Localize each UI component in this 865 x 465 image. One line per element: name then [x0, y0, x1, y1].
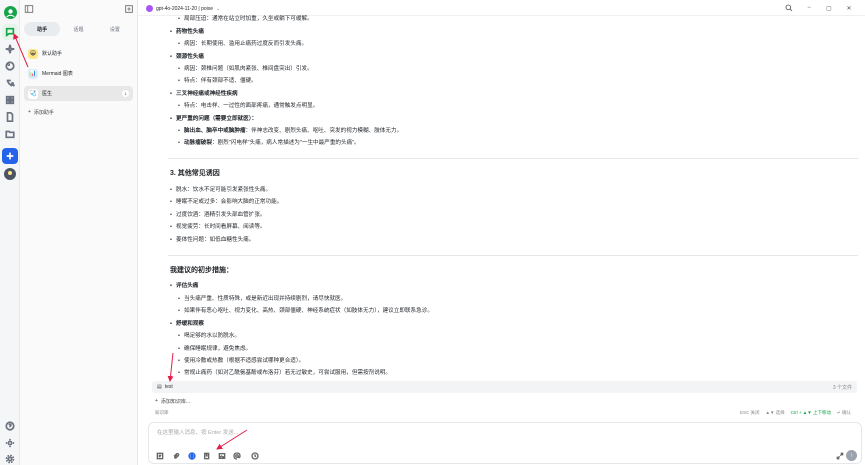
- add-knowledge-base-label: 添加知识库...: [160, 398, 191, 405]
- sidebar-toggle-icon[interactable]: [24, 4, 34, 14]
- list-item: 睡眠不足或过多：会影响大脑的正常功能。: [170, 199, 282, 206]
- popup-title: 知识库: [155, 410, 169, 415]
- section-heading: 我建议的初步措施：: [170, 267, 233, 274]
- list-item: 药物性头痛: [170, 29, 204, 36]
- knowledge-base-item[interactable]: ▤ test 3 个文件: [152, 381, 857, 393]
- plus-icon: +: [155, 398, 158, 404]
- document-icon: ▤: [157, 384, 162, 390]
- assistant-avatar: 🩺: [28, 88, 38, 99]
- popup-hint-row: 知识库 ESC 关闭 ▲▼ 选择 Ctrl + ▲▼ 上下移动 ↵ 确认: [155, 410, 855, 418]
- new-topic-icon[interactable]: [155, 451, 165, 461]
- list-item: 过度饮酒：酒精引发头部血管扩张。: [170, 212, 265, 219]
- tab-topics[interactable]: 话题: [60, 22, 96, 36]
- list-item: 视觉疲劳：长时间看屏幕、阅读等。: [170, 224, 265, 231]
- clear-icon[interactable]: [250, 451, 260, 461]
- mention-icon[interactable]: [232, 451, 242, 461]
- nav-hint: ▲▼ 选择: [765, 410, 785, 415]
- assistant-avatar: 📊: [28, 68, 38, 79]
- assistant-item-default[interactable]: 😀 默认助手: [24, 46, 133, 61]
- list-item: 使用冷敷或热敷（根据不适感尝试哪种更合适）。: [178, 358, 304, 365]
- list-item: 当头痛严重、性质特殊，或是新近出现并持续剧烈，请尽快就医。: [178, 296, 346, 303]
- assistant-item-mermaid[interactable]: 📊 Mermaid 图表: [24, 66, 133, 81]
- help-icon[interactable]: [2, 418, 18, 434]
- list-item: 局部压迫：通常在站立时加重，久坐或躺下可缓解。: [178, 16, 313, 23]
- list-item: 脑出血、脑卒中或脑肿瘤：伴神志改变、剧烈头痛、呕吐、突发的视力模糊、肢体无力。: [178, 128, 403, 135]
- divider: [168, 255, 858, 256]
- list-item: 如果伴有恶心呕吐、视力变化、高热、颈部僵硬、神经系统症状（如肢体无力），建议立即…: [178, 308, 433, 315]
- app-icon[interactable]: [2, 148, 18, 164]
- attachment-icon[interactable]: [171, 451, 181, 461]
- assistant-label: 医生: [42, 91, 53, 97]
- message-input[interactable]: [157, 428, 757, 438]
- section-heading: 3. 其他常见诱因: [170, 170, 220, 177]
- send-button[interactable]: ↑: [846, 450, 857, 461]
- plus-icon: +: [28, 109, 31, 115]
- sun-icon[interactable]: [2, 435, 18, 451]
- model-icon: [146, 5, 153, 12]
- model-name: gpt-4o-2024-11-20 | poixe: [156, 5, 214, 12]
- grid-icon[interactable]: [2, 92, 18, 108]
- assistant-label: Mermaid 图表: [42, 71, 73, 77]
- folder-icon[interactable]: [2, 126, 18, 142]
- body-text: ：剧烈"闪电样"头痛，病人常描述为"一生中最严重的头痛"。: [211, 140, 360, 146]
- esc-hint: ESC 关闭: [739, 410, 760, 415]
- assistant-label: 默认助手: [42, 51, 63, 57]
- list-item: 病因：颈椎问题（如肌肉紧张、椎间盘突出）引发。: [178, 66, 313, 73]
- palette-icon[interactable]: [2, 58, 18, 74]
- list-item: 动脉瘤破裂：剧烈"闪电样"头痛，病人常描述为"一生中最严重的头痛"。: [178, 140, 360, 147]
- list-item: 确保睡眠规律，避免焦虑。: [178, 346, 251, 353]
- gear-icon[interactable]: [2, 451, 18, 465]
- document-icon[interactable]: [2, 109, 18, 125]
- send-icon: ↑: [850, 452, 853, 459]
- list-item: 脱水：饮水不足可能引发紧张性头痛。: [170, 187, 271, 194]
- list-item: 舒缓和观察: [170, 321, 204, 328]
- topic-count-badge: 1: [122, 90, 129, 97]
- user-avatar-icon[interactable]: [2, 166, 18, 182]
- enter-hint: ↵ 确认: [836, 410, 851, 415]
- list-item: 特点：电击样、一过性的面部疼痛，通常触发点明显。: [178, 103, 318, 110]
- assistant-list: 😀 默认助手 📊 Mermaid 图表 🩺 医生 1 + 添加助手: [24, 46, 133, 118]
- list-item: 更严重的问题（需要立即就医）：: [170, 116, 257, 123]
- emphasis-text: 脑出血、脑卒中或脑肿瘤: [184, 128, 246, 134]
- message-content: 局部压迫：通常在站立时加重，久坐或躺下可缓解。 药物性头痛 病因：长期使用、滥用…: [168, 12, 858, 380]
- body-text: ：伴神志改变、剧烈头痛、呕吐、突发的视力模糊、肢体无力。: [245, 128, 403, 134]
- image-icon[interactable]: [217, 451, 227, 461]
- message-input-box: ↑: [148, 422, 862, 464]
- file-count: 3 个文件: [832, 384, 852, 391]
- list-item: 评估头痛: [170, 283, 198, 290]
- assistant-panel: 助手 话题 设置 😀 默认助手 📊 Mermaid 图表 🩺 医生 1 + 添加…: [20, 0, 138, 465]
- assistant-avatar: 😀: [28, 48, 38, 59]
- chat-icon[interactable]: [2, 24, 18, 40]
- add-assistant-button[interactable]: + 添加助手: [24, 106, 133, 118]
- main-area: gpt-4o-2024-11-20 | poixe ⌄ − ▢ ✕ 局部压迫：通…: [138, 0, 865, 465]
- add-knowledge-base-button[interactable]: + 添加知识库...: [155, 396, 190, 406]
- knowledge-base-icon[interactable]: [202, 451, 212, 461]
- list-item: 病因：长期使用、滥用止痛药过度反而引发头痛。: [178, 41, 307, 48]
- new-chat-icon[interactable]: [124, 4, 134, 14]
- knowledge-base-name: test: [164, 384, 173, 390]
- list-item: 常规止痛药（如对乙酰氨基酚或布洛芬）若无过敏史，可尝试服用，但需按剂说明。: [178, 370, 391, 377]
- tab-settings[interactable]: 设置: [97, 22, 133, 36]
- panel-header: [20, 0, 137, 18]
- ctrl-hint: Ctrl + ▲▼ 上下移动: [790, 410, 831, 415]
- panel-tabs: 助手 话题 设置: [24, 22, 133, 36]
- translate-icon[interactable]: [2, 75, 18, 91]
- web-search-icon[interactable]: [187, 451, 197, 461]
- list-item: 喝足够的水以防脱水。: [178, 333, 240, 340]
- emphasis-text: 动脉瘤破裂: [184, 140, 212, 146]
- user-avatar-icon[interactable]: [2, 4, 18, 20]
- list-item: 颈源性头痛: [170, 54, 204, 61]
- divider: [168, 158, 858, 159]
- add-assistant-label: 添加助手: [33, 109, 54, 116]
- expand-icon[interactable]: [835, 451, 845, 461]
- list-item: 三叉神经痛或神经性疾病: [170, 91, 238, 98]
- assistant-item-doctor[interactable]: 🩺 医生 1: [24, 86, 133, 101]
- chevron-down-icon: ⌄: [216, 5, 221, 12]
- sparkle-icon[interactable]: [2, 41, 18, 57]
- icon-rail: [0, 0, 20, 465]
- list-item: 姜体性问题：如低血糖性头痛。: [170, 237, 254, 244]
- list-item: 特点：伴有颈部不适、僵硬。: [178, 78, 257, 85]
- tab-assistants[interactable]: 助手: [24, 22, 61, 36]
